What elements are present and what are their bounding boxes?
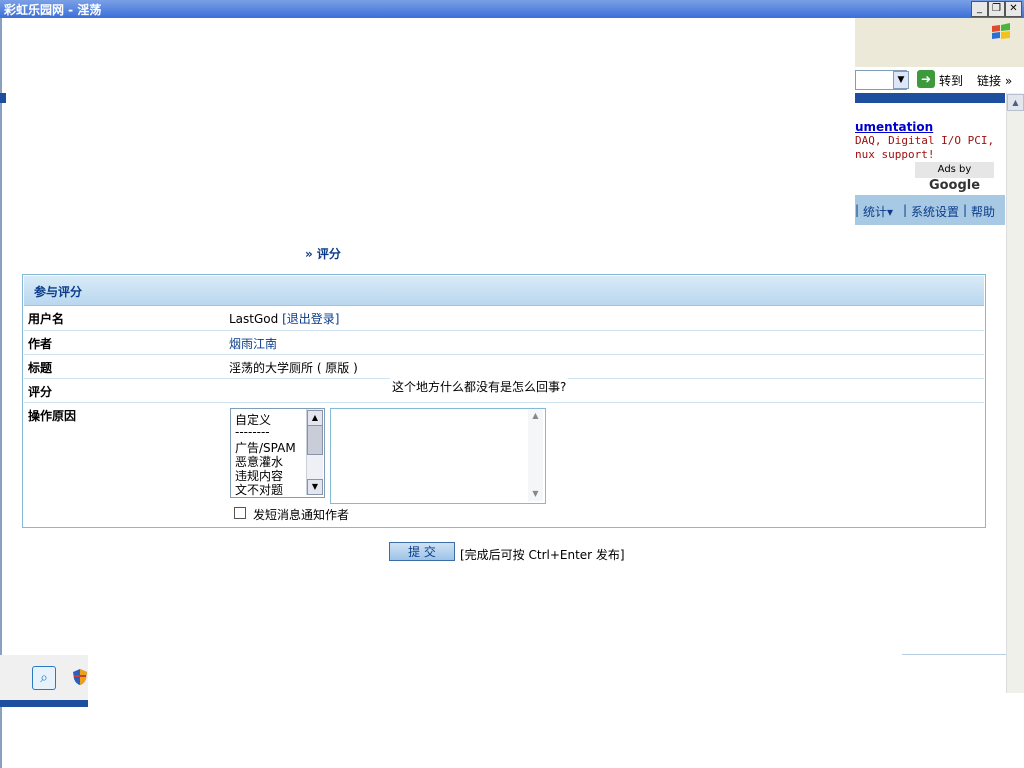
security-shield-icon[interactable] [72, 668, 88, 686]
ads-by-label: Ads by [937, 164, 972, 175]
rating-label: 评分 [28, 385, 53, 399]
breadcrumb: » 评分 [305, 247, 341, 261]
window-titlebar: 彩虹乐园网 - 淫荡 [0, 0, 1024, 18]
nav-separator: | [855, 203, 860, 217]
row-divider [24, 354, 984, 355]
nav-separator: | [903, 203, 908, 217]
restore-button[interactable]: ❐ [988, 1, 1005, 17]
rating-form-header: 参与评分 [24, 276, 984, 306]
page-header-band-left [0, 93, 6, 103]
nav-separator: | [963, 203, 968, 217]
subject-label: 标题 [28, 361, 53, 375]
author-label: 作者 [28, 337, 53, 351]
google-label: Google [928, 178, 981, 193]
subject-value: 淫荡的大学厕所 ( 原版 ) [229, 361, 358, 375]
notify-author-checkbox[interactable] [234, 507, 246, 519]
row-divider [24, 330, 984, 331]
author-link[interactable]: 烟雨江南 [229, 335, 277, 352]
links-button[interactable]: 链接 » [977, 72, 1012, 89]
rating-empty-note: 这个地方什么都没有是怎么回事? [390, 378, 569, 395]
form-title: 参与评分 [34, 285, 83, 299]
logout-link[interactable]: [退出登录] [282, 312, 339, 326]
username-label: 用户名 [28, 312, 65, 326]
go-button[interactable]: 转到 [939, 72, 963, 89]
reason-label: 操作原因 [28, 409, 77, 423]
scroll-up-icon[interactable]: ▲ [1007, 94, 1024, 111]
reason-option[interactable]: -------- [235, 425, 270, 439]
ad-text-line: DAQ, Digital I/O PCI, [855, 134, 995, 147]
minimize-button[interactable]: _ [971, 1, 988, 17]
scroll-up-icon[interactable]: ▲ [307, 410, 323, 426]
help-search-icon[interactable]: ⌕ [32, 666, 56, 690]
scroll-down-icon[interactable]: ▼ [307, 479, 323, 495]
ad-title-link[interactable]: umentation [855, 120, 933, 134]
divider-line [902, 654, 1006, 655]
address-toolbar [855, 45, 1024, 67]
scroll-down-icon[interactable]: ▼ [529, 488, 542, 500]
windows-logo-icon [992, 23, 1010, 39]
status-band [0, 700, 88, 707]
notify-author-label: 发短消息通知作者 [253, 508, 350, 522]
submit-button[interactable]: 提 交 [389, 542, 455, 561]
ad-text-line: nux support! [855, 148, 935, 161]
nav-stats-menu[interactable]: 统计▾ [863, 203, 893, 220]
page-header-band [855, 93, 1005, 103]
window-title: 彩虹乐园网 - 淫荡 [4, 3, 102, 17]
scroll-up-icon[interactable]: ▲ [529, 410, 542, 422]
submit-hint: [完成后可按 Ctrl+Enter 发布] [460, 548, 625, 562]
username-value: LastGod [229, 312, 279, 326]
reason-option[interactable]: 文不对题 [235, 481, 283, 497]
username-value-row: LastGod [退出登录] [229, 310, 339, 327]
address-dropdown-icon[interactable]: ▼ [893, 71, 909, 89]
page-scrollbar[interactable] [1006, 93, 1024, 693]
row-divider [24, 402, 984, 403]
scroll-thumb[interactable] [307, 425, 323, 455]
nav-help[interactable]: 帮助 [971, 203, 995, 220]
forum-nav-bar: | 统计▾ | 系统设置 | 帮助 [855, 195, 1005, 225]
nav-system-settings[interactable]: 系统设置 [911, 203, 959, 220]
window-left-edge [0, 0, 2, 768]
close-button[interactable]: ✕ [1005, 1, 1022, 17]
go-arrow-icon[interactable]: ➜ [917, 70, 935, 88]
ads-by-google-badge[interactable]: Ads by Google [915, 162, 994, 193]
reason-textarea[interactable] [330, 408, 546, 504]
